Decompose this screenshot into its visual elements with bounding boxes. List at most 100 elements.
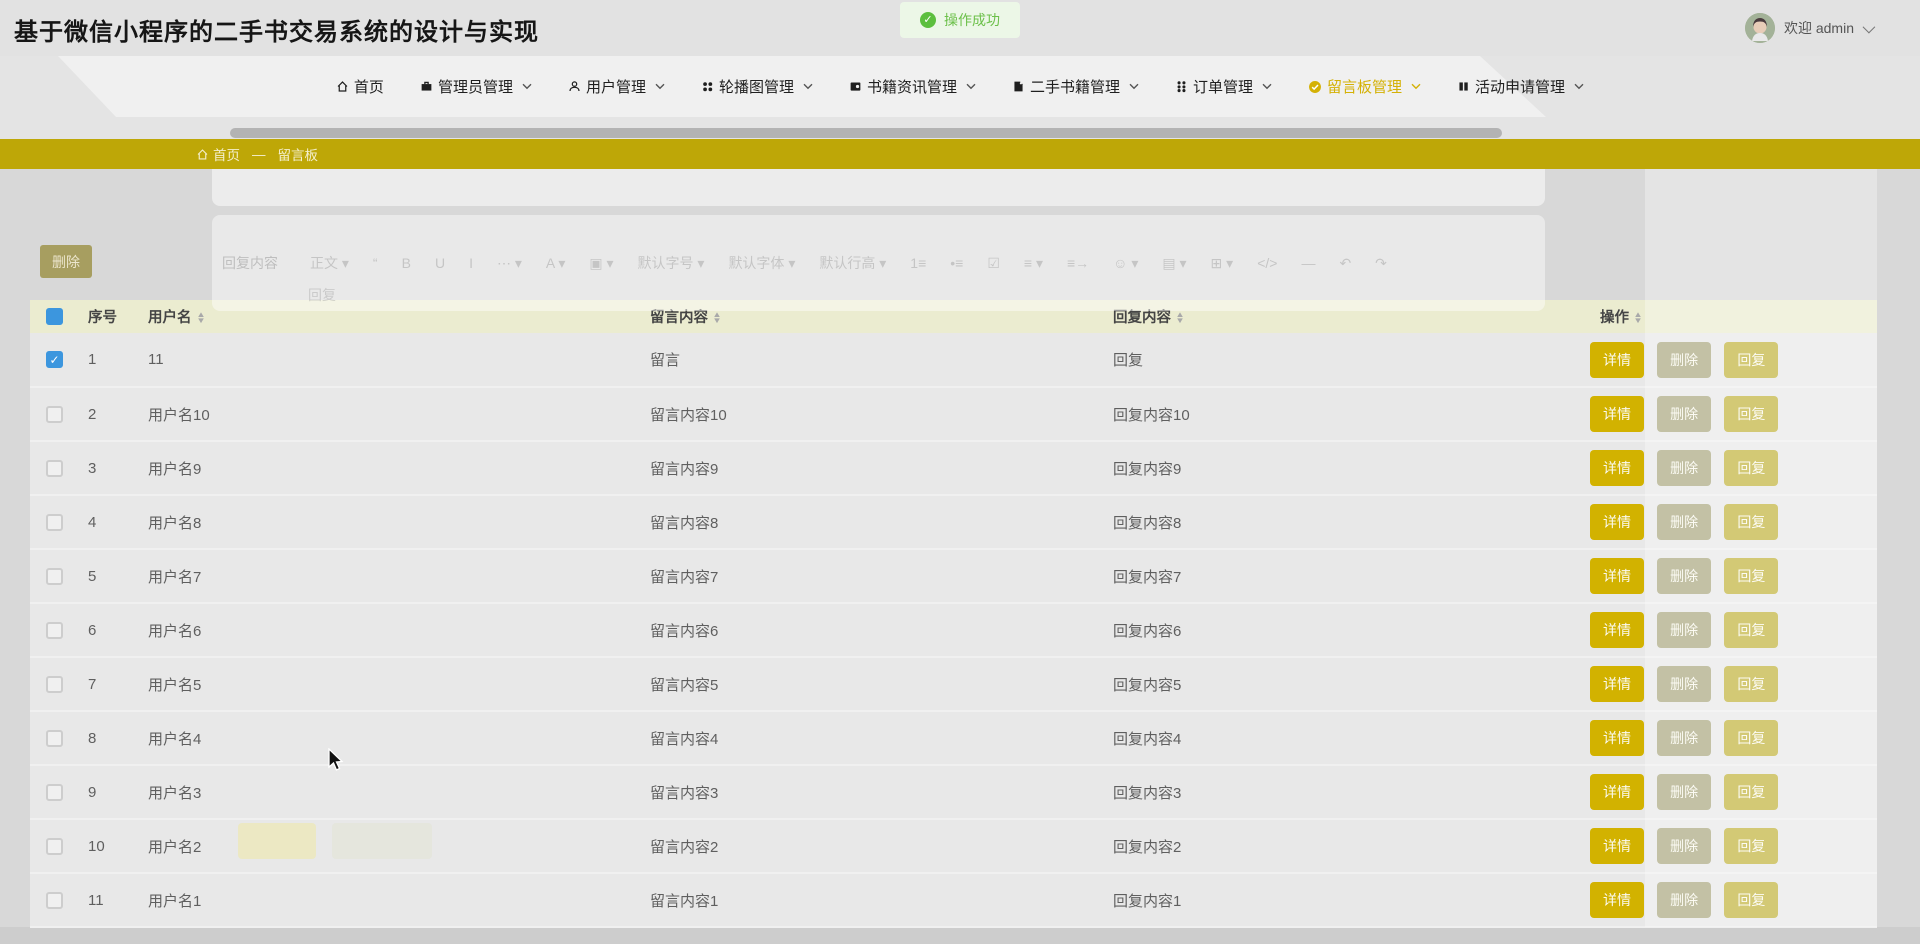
breadcrumb-current: 留言板 (277, 148, 319, 163)
detail-button[interactable]: 详情 (1590, 774, 1644, 810)
sort-icon[interactable]: ▲ ▼ (1633, 311, 1643, 325)
ghost-toolbar-item: 默认字号 ▾ (637, 255, 705, 271)
reply-button[interactable]: 回复 (1724, 882, 1779, 918)
detail-button[interactable]: 详情 (1590, 396, 1644, 432)
nav-item-admin[interactable]: 管理员管理 (420, 76, 532, 97)
news-icon (849, 80, 862, 93)
row-checkbox[interactable] (46, 567, 63, 585)
reply-button[interactable]: 回复 (1724, 774, 1779, 810)
row-checkbox[interactable] (46, 405, 63, 423)
cell-reply: 回复内容10 (1105, 387, 1580, 442)
nav-items: 首页 管理员管理 用户管理 轮播图管理 书籍资讯管理 二手书籍管理 订单管理 留… (0, 56, 1920, 117)
row-checkbox[interactable]: ✓ (46, 351, 63, 368)
reply-button[interactable]: 回复 (1724, 612, 1779, 648)
reply-button[interactable]: 回复 (1724, 396, 1779, 432)
row-checkbox[interactable] (46, 837, 63, 855)
ghost-toolbar-item: ⋯ ▾ (496, 254, 522, 271)
nav-item-home[interactable]: 首页 (336, 76, 384, 97)
nav-item-carousel[interactable]: 轮播图管理 (701, 76, 813, 97)
detail-button[interactable]: 详情 (1590, 558, 1644, 594)
cell-reply: 回复内容5 (1105, 657, 1580, 712)
welcome-text: 欢迎 admin (1783, 20, 1854, 36)
nav-item-usedbook[interactable]: 二手书籍管理 (1012, 76, 1139, 97)
cell-reply: 回复内容4 (1105, 711, 1580, 766)
reply-button[interactable]: 回复 (1724, 341, 1779, 378)
column-header[interactable]: 回复内容 ▲ ▼ (1105, 300, 1580, 333)
delete-button[interactable]: 删除 (1657, 612, 1712, 648)
cell-index: 9 (80, 765, 140, 820)
bulk-delete-button[interactable]: 删除 (40, 245, 92, 278)
book-icon (1012, 80, 1025, 93)
reply-button[interactable]: 回复 (1724, 720, 1779, 756)
detail-button[interactable]: 详情 (1590, 882, 1644, 918)
delete-button[interactable]: 删除 (1657, 341, 1712, 378)
sort-icon[interactable]: ▲ ▼ (712, 311, 722, 325)
reply-button[interactable]: 回复 (1724, 828, 1779, 864)
delete-button[interactable]: 删除 (1657, 720, 1712, 756)
nav-item-label: 订单管理 (1193, 79, 1254, 96)
detail-button[interactable]: 详情 (1590, 828, 1644, 864)
detail-button[interactable]: 详情 (1590, 612, 1644, 648)
row-checkbox[interactable] (46, 783, 63, 801)
row-checkbox[interactable] (46, 621, 63, 639)
cell-reply: 回复内容1 (1105, 873, 1580, 928)
sort-icon[interactable]: ▲ ▼ (1175, 311, 1185, 325)
table-row: 4 用户名8 留言内容8 回复内容8 详情 删除 回复 (30, 495, 1877, 550)
ghost-toolbar-item: U (434, 255, 446, 271)
delete-button[interactable]: 删除 (1657, 504, 1712, 540)
detail-button[interactable]: 详情 (1590, 504, 1644, 540)
user-menu[interactable]: 欢迎 admin (1744, 13, 1876, 43)
nav-item-activity[interactable]: 活动申请管理 (1457, 76, 1584, 97)
ghost-toolbar-item: ↷ (1375, 254, 1387, 271)
reply-button[interactable]: 回复 (1724, 558, 1779, 594)
detail-button[interactable]: 详情 (1590, 666, 1644, 702)
nav-item-user[interactable]: 用户管理 (568, 76, 665, 97)
nav-item-label: 留言板管理 (1327, 79, 1403, 96)
table-row: 11 用户名1 留言内容1 回复内容1 详情 删除 回复 (30, 873, 1877, 928)
reply-button[interactable]: 回复 (1724, 666, 1779, 702)
row-checkbox[interactable] (46, 675, 63, 693)
chevron-down-icon (1129, 83, 1139, 90)
select-all-checkbox[interactable] (46, 308, 63, 325)
horizontal-scrollbar-thumb[interactable] (230, 128, 1502, 138)
cell-username: 用户名1 (140, 873, 640, 928)
nav-item-label: 轮播图管理 (718, 79, 794, 96)
nav-item-booknews[interactable]: 书籍资讯管理 (849, 76, 976, 97)
row-checkbox[interactable] (46, 729, 63, 747)
detail-button[interactable]: 详情 (1590, 341, 1644, 378)
detail-button[interactable]: 详情 (1590, 450, 1644, 486)
cell-username: 用户名10 (140, 387, 640, 442)
cell-reply: 回复内容6 (1105, 603, 1580, 658)
delete-button[interactable]: 删除 (1657, 450, 1712, 486)
delete-button[interactable]: 删除 (1657, 774, 1712, 810)
ghost-toolbar-item: </> (1257, 255, 1278, 271)
nav-item-message[interactable]: 留言板管理 (1308, 76, 1421, 97)
row-checkbox[interactable] (46, 459, 63, 477)
delete-button[interactable]: 删除 (1657, 396, 1712, 432)
chevron-down-icon (966, 83, 976, 90)
row-checkbox[interactable] (46, 891, 63, 909)
nav-item-order[interactable]: 订单管理 (1175, 76, 1272, 97)
column-header[interactable]: 留言内容 ▲ ▼ (640, 300, 1105, 333)
cell-message: 留言内容2 (640, 819, 1105, 874)
column-header[interactable]: 操作 ▲ ▼ (1580, 300, 1877, 333)
row-checkbox[interactable] (46, 513, 63, 531)
reply-button[interactable]: 回复 (1724, 450, 1779, 486)
cell-message: 留言内容9 (640, 441, 1105, 496)
delete-button[interactable]: 删除 (1657, 828, 1712, 864)
delete-button[interactable]: 删除 (1657, 558, 1712, 594)
delete-button[interactable]: 删除 (1657, 666, 1712, 702)
ghost-toolbar-item: ≡ ▾ (1023, 254, 1043, 271)
ghost-toolbar-item: ⊞ ▾ (1210, 254, 1234, 271)
breadcrumb-home[interactable]: 首页 (196, 144, 240, 164)
table-row: 3 用户名9 留言内容9 回复内容9 详情 删除 回复 (30, 441, 1877, 496)
column-header[interactable]: 用户名 ▲ ▼ (140, 300, 640, 333)
detail-button[interactable]: 详情 (1590, 720, 1644, 756)
table-row: 7 用户名5 留言内容5 回复内容5 详情 删除 回复 (30, 657, 1877, 712)
reply-button[interactable]: 回复 (1724, 504, 1779, 540)
ghost-toolbar-item: ▣ ▾ (589, 254, 614, 271)
delete-button[interactable]: 删除 (1657, 882, 1712, 918)
cell-message: 留言内容4 (640, 711, 1105, 766)
sort-icon[interactable]: ▲ ▼ (196, 311, 206, 325)
nav-item-label: 用户管理 (585, 79, 646, 96)
